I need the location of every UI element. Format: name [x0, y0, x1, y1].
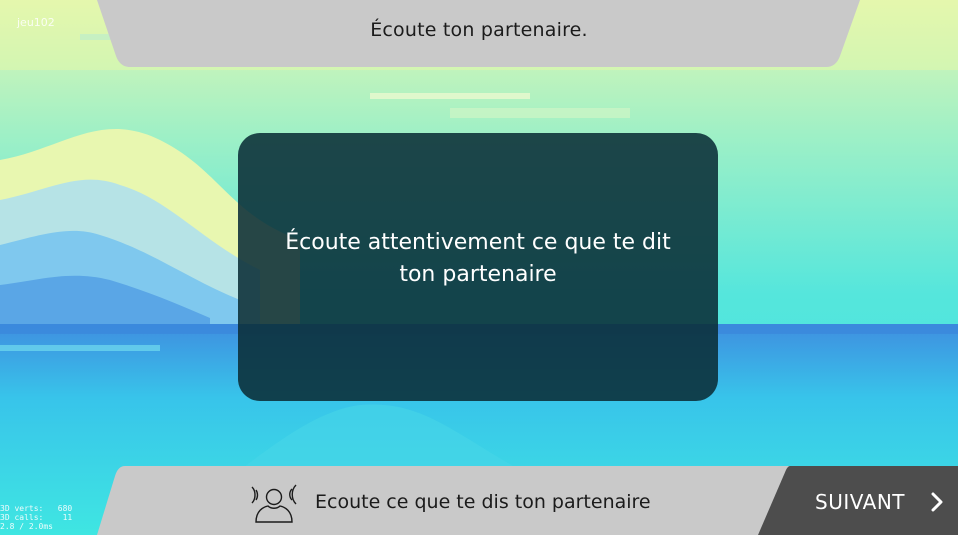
next-button-label[interactable]: SUIVANT — [815, 490, 905, 514]
chevron-right-icon[interactable] — [928, 490, 948, 514]
debug-stats: 3D verts: 680 3D calls: 11 2.8 / 2.0ms — [0, 504, 73, 531]
top-banner: Écoute ton partenaire. — [0, 0, 958, 68]
footer-instruction: Ecoute ce que te dis ton partenaire — [315, 491, 651, 513]
dialog-message: Écoute attentivement ce que te dit ton p… — [285, 230, 671, 287]
debug-label: jeu102 — [17, 16, 55, 29]
message-dialog: Écoute attentivement ce que te dit ton p… — [238, 133, 718, 401]
listening-person-icon — [248, 481, 300, 525]
instruction-title: Écoute ton partenaire. — [370, 19, 588, 41]
